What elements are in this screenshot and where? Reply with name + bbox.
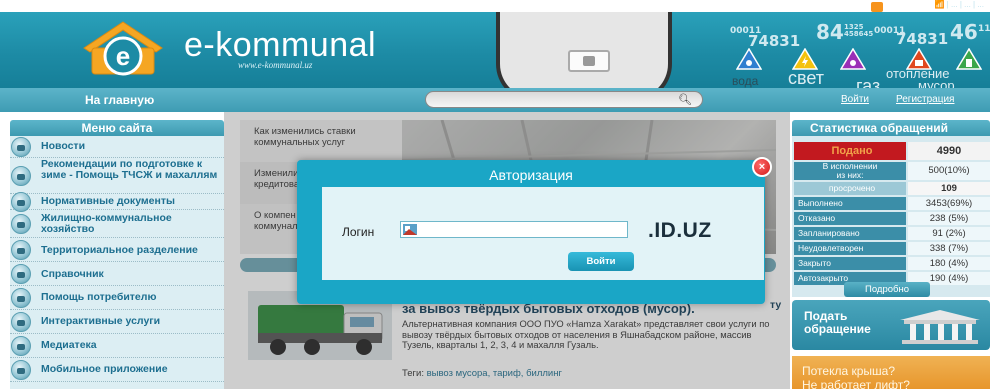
sidebar-item-territorial[interactable]: Территориальное разделение xyxy=(10,238,224,262)
sidebar-item-label: Справочник xyxy=(41,268,104,280)
counter-digit: 84 xyxy=(816,20,844,44)
stats-label: Закрыто xyxy=(794,257,906,270)
stats-row: В исполнении из них: 500(10%) xyxy=(794,162,990,180)
stats-row: просрочено 109 xyxy=(794,182,990,195)
interactive-icon xyxy=(11,312,31,332)
stats-value: 238 (5%) xyxy=(908,212,990,225)
stats-row: Закрыто 180 (4%) xyxy=(794,257,990,270)
stats-more-button[interactable]: Подробно xyxy=(844,282,930,297)
logo-house-icon[interactable]: e xyxy=(78,18,168,78)
sidebar-item-label: Мобильное приложение xyxy=(41,363,168,375)
news-icon xyxy=(11,137,31,157)
counter-digit: 11 xyxy=(978,24,990,34)
auth-dialog-title: Авторизация xyxy=(489,167,573,183)
sidebar-item-winter[interactable]: Рекомендации по подготовке к зиме - Помо… xyxy=(10,158,224,194)
sidebar-item-label: Новости xyxy=(41,140,86,152)
sidebar-item-consumer-help[interactable]: Помощь потребителю xyxy=(10,286,224,310)
stats-label: просрочено xyxy=(794,182,906,195)
nav-home-link[interactable]: На главную xyxy=(85,93,154,107)
sidebar-item-directory[interactable]: Справочник xyxy=(10,262,224,286)
search-input[interactable]: 🔍︎ xyxy=(425,91,703,108)
sidebar-item-label: Территориальное разделение xyxy=(41,244,198,256)
rss-icon[interactable] xyxy=(871,2,883,12)
stats-row: Отказано 238 (5%) xyxy=(794,212,990,225)
stats-value: 180 (4%) xyxy=(908,257,990,270)
sidebar-item-label: Медиатека xyxy=(41,339,97,351)
stats-label: Подано xyxy=(794,142,906,160)
consumer-help-icon xyxy=(11,288,31,308)
login-domain-suffix: .ID.UZ xyxy=(648,219,712,242)
nav-register-link[interactable]: Регистрация xyxy=(896,94,954,105)
recommendations-icon xyxy=(11,166,31,186)
stats-row: Запланировано 91 (2%) xyxy=(794,227,990,240)
search-icon[interactable]: 🔍︎ xyxy=(678,93,692,106)
counter-digit: 46 xyxy=(950,20,978,44)
water-label[interactable]: вода xyxy=(732,74,758,88)
documents-icon xyxy=(11,192,31,212)
top-links[interactable]: 📶 | ... | ... | ... xyxy=(934,0,984,9)
stats-label: Запланировано xyxy=(794,227,906,240)
sidebar-item-label: Рекомендации по подготовке к зиме - Помо… xyxy=(41,158,218,181)
roof-help-text[interactable]: Потекла крыша? Не работает лифт? xyxy=(802,364,910,389)
close-icon[interactable]: × xyxy=(752,157,772,177)
stats-table: Подано 4990 В исполнении из них: 500(10%) … xyxy=(792,136,990,297)
directory-icon xyxy=(11,264,31,284)
sidebar-item-label: Интерактивные услуги xyxy=(41,315,161,327)
sidebar-item-interactive[interactable]: Интерактивные услуги xyxy=(10,310,224,334)
nav-bar: На главную 🔍︎ Войти Регистрация xyxy=(0,88,990,112)
stats-title: Статистика обращений xyxy=(792,120,990,136)
nav-login-link[interactable]: Войти xyxy=(841,94,869,105)
media-icon xyxy=(11,336,31,356)
stats-label: В исполнении из них: xyxy=(794,162,906,180)
sidebar-item-documents[interactable]: Нормативные документы xyxy=(10,192,224,212)
stats-value: 91 (2%) xyxy=(908,227,990,240)
counter-digit: 74831 xyxy=(896,30,949,48)
territorial-icon xyxy=(11,240,31,260)
submit-request-label[interactable]: Подать обращение xyxy=(804,310,871,336)
site-url: www.e-kommunal.uz xyxy=(238,60,313,70)
stats-label: Выполнено xyxy=(794,197,906,210)
svg-text:e: e xyxy=(116,41,130,71)
stats-value: 4990 xyxy=(908,142,990,160)
sidebar-menu: Новости Рекомендации по подготовке к зим… xyxy=(10,136,224,389)
housing-icon xyxy=(11,214,31,234)
id-card-icon xyxy=(403,224,417,235)
sidebar-item-housing[interactable]: Жилищно-коммунальное хозяйство xyxy=(10,210,224,238)
electricity-label[interactable]: свет xyxy=(788,68,824,89)
building-columns-icon xyxy=(900,310,980,344)
stats-row: Выполнено 3453(69%) xyxy=(794,197,990,210)
sidebar-item-mobile-app[interactable]: Мобильное приложение xyxy=(10,358,224,382)
counter-digit: 1325 458645 xyxy=(844,23,874,38)
sidebar-item-label: Жилищно-коммунальное хозяйство xyxy=(41,212,172,235)
login-input[interactable] xyxy=(400,221,628,238)
stats-value: 109 xyxy=(908,182,990,195)
counter-readings: 00011 74831 84 1325 458645 00011 74831 4… xyxy=(700,20,990,70)
stats-value: 338 (7%) xyxy=(908,242,990,255)
meter-plate xyxy=(568,50,610,72)
stats-label: Неудовлетворен xyxy=(794,242,906,255)
top-strip: 📶 | ... | ... | ... xyxy=(0,0,990,12)
stats-row: Подано 4990 xyxy=(794,142,990,160)
stats-value: 500(10%) xyxy=(908,162,990,180)
stats-row: Неудовлетворен 338 (7%) xyxy=(794,242,990,255)
sidebar-item-news[interactable]: Новости xyxy=(10,136,224,158)
menu-title: Меню сайта xyxy=(10,120,224,136)
stats-value: 3453(69%) xyxy=(908,197,990,210)
sidebar-item-label: Помощь потребителю xyxy=(41,291,157,303)
login-submit-button[interactable]: Войти xyxy=(568,252,634,271)
sidebar-item-media[interactable]: Медиатека xyxy=(10,334,224,358)
sidebar-item-label: Нормативные документы xyxy=(41,195,175,207)
login-label: Логин xyxy=(342,225,375,239)
mobile-app-icon xyxy=(11,360,31,380)
stats-label: Отказано xyxy=(794,212,906,225)
